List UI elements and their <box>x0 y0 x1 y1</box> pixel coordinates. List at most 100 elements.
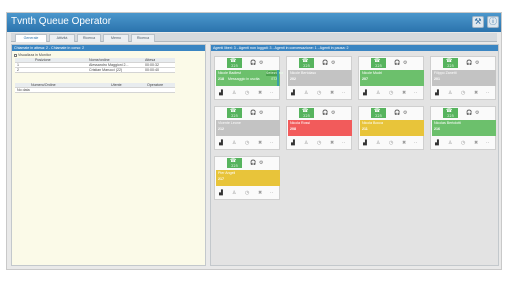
person-icon[interactable]: ♙ <box>376 141 380 146</box>
agent-card[interactable]: ☎ 225 🎧 ⚙ Filippo Zanetti 201 ▟ ♙ ◷ ✖ ·· <box>430 56 496 100</box>
desk-icon[interactable]: ▟ <box>219 141 223 146</box>
timer-icon[interactable]: ◷ <box>245 191 249 196</box>
headset-icon[interactable]: 🎧 <box>250 110 256 116</box>
timer-icon[interactable]: ◷ <box>389 91 393 96</box>
extension-badge[interactable]: ☎ 225 <box>443 58 458 68</box>
agent-card[interactable]: ☎ 225 🎧 ⚙ Nicola Rossi 208 ▟ ♙ ◷ ✖ ·· <box>286 106 352 150</box>
close-icon[interactable]: ✖ <box>258 191 262 196</box>
timer-icon[interactable]: ◷ <box>389 141 393 146</box>
headset-icon[interactable]: 🎧 <box>322 60 328 66</box>
close-icon[interactable]: ✖ <box>402 91 406 96</box>
person-icon[interactable]: ♙ <box>232 141 236 146</box>
agent-card[interactable]: ☎ 225 🎧 ⚙ Nicolas Bertolotti 216 ▟ ♙ ◷ ✖ ·· <box>430 106 496 150</box>
headset-icon[interactable]: 🎧 <box>466 110 472 116</box>
settings-icon[interactable]: ⚙ <box>259 60 263 66</box>
extension-badge[interactable]: ☎ 225 <box>371 108 386 118</box>
settings-icon[interactable]: ⚙ <box>403 60 407 66</box>
agent-name: Nicole Bertolaso <box>290 71 317 75</box>
agent-card-header: ☎ 225 🎧 ⚙ <box>431 57 495 70</box>
person-icon[interactable]: ♙ <box>376 91 380 96</box>
extension-badge[interactable]: ☎ 225 <box>227 158 242 168</box>
agent-code: 208 <box>290 127 296 131</box>
person-icon[interactable]: ♙ <box>232 191 236 196</box>
headset-icon[interactable]: 🎧 <box>250 60 256 66</box>
tab-ricerca-2[interactable]: Ricerca <box>131 34 155 42</box>
headset-icon[interactable]: 🎧 <box>394 110 400 116</box>
extension-badge[interactable]: ☎ 225 <box>227 108 242 118</box>
close-icon[interactable]: ✖ <box>474 141 478 146</box>
agent-card[interactable]: ☎ 225 🎧 ⚙ Nicole Mudri 207 ▟ ♙ ◷ ✖ ·· <box>358 56 424 100</box>
more-icon[interactable]: ·· <box>342 91 345 96</box>
more-icon[interactable]: ·· <box>270 191 273 196</box>
tab-ricerca[interactable]: Ricerca <box>77 34 101 42</box>
settings-icon[interactable]: ⚙ <box>331 110 335 116</box>
headset-icon[interactable]: 🎧 <box>466 60 472 66</box>
headset-icon[interactable]: 🎧 <box>394 60 400 66</box>
agent-card[interactable]: ☎ 225 🎧 ⚙ Nicole Badiest 218 Messaggio in usci… <box>214 56 283 100</box>
agent-name: Nicolas Bertolotti <box>434 121 461 125</box>
person-icon[interactable]: ♙ <box>304 141 308 146</box>
desk-icon[interactable]: ▟ <box>219 191 223 196</box>
person-icon[interactable]: ♙ <box>448 141 452 146</box>
close-icon[interactable]: ✖ <box>474 91 478 96</box>
agent-card[interactable]: ☎ 225 🎧 ⚙ Nicola Bocca 211 ▟ ♙ ◷ ✖ ·· <box>358 106 424 150</box>
close-icon[interactable]: ✖ <box>258 91 262 96</box>
timer-icon[interactable]: ◷ <box>317 91 321 96</box>
show-in-monitor-checkbox[interactable]: Visualizza in Monitor <box>14 53 51 57</box>
info-icon[interactable]: ⓘ <box>487 16 499 28</box>
agent-card[interactable]: ☎ 225 🎧 ⚙ Pier Angeli 217 ▟ ♙ ◷ ✖ ·· <box>214 156 280 200</box>
timer-icon[interactable]: ◷ <box>317 141 321 146</box>
settings-icon[interactable]: ⚙ <box>331 60 335 66</box>
extension-badge[interactable]: ☎ 225 <box>299 58 314 68</box>
checkbox-icon[interactable] <box>14 53 17 57</box>
more-icon[interactable]: ·· <box>414 141 417 146</box>
person-icon[interactable]: ♙ <box>304 91 308 96</box>
person-icon[interactable]: ♙ <box>448 91 452 96</box>
close-icon[interactable]: ✖ <box>330 141 334 146</box>
timer-icon[interactable]: ◷ <box>461 91 465 96</box>
headset-icon[interactable]: 🎧 <box>322 110 328 116</box>
settings-icon[interactable]: ⚙ <box>259 110 263 116</box>
tab-memo[interactable]: Memo <box>103 34 129 42</box>
desk-icon[interactable]: ▟ <box>435 141 439 146</box>
close-icon[interactable]: ✖ <box>330 91 334 96</box>
desk-icon[interactable]: ▟ <box>363 141 367 146</box>
timer-icon[interactable]: ◷ <box>461 141 465 146</box>
more-icon[interactable]: ·· <box>270 91 273 96</box>
wait-cell: 00:00:40 <box>145 68 159 72</box>
agent-card-header: ☎ 225 🎧 ⚙ <box>215 157 279 170</box>
extension-badge[interactable]: ☎ 225 <box>443 108 458 118</box>
agent-status-block: Nicola Bocca 211 <box>360 120 424 136</box>
agent-card[interactable]: ☎ 225 🎧 ⚙ Nicole Bertolaso 202 ▟ ♙ ◷ ✖ ·· <box>286 56 352 100</box>
close-icon[interactable]: ✖ <box>258 141 262 146</box>
more-icon[interactable]: ·· <box>486 141 489 146</box>
more-icon[interactable]: ·· <box>270 141 273 146</box>
timer-icon[interactable]: ◷ <box>245 91 249 96</box>
more-icon[interactable]: ·· <box>414 91 417 96</box>
close-icon[interactable]: ✖ <box>402 141 406 146</box>
settings-icon[interactable]: ⚙ <box>475 110 479 116</box>
timer-icon[interactable]: ◷ <box>245 141 249 146</box>
agent-status-block: Nicolas Bertolotti 216 <box>432 120 496 136</box>
extension-badge[interactable]: ☎ 225 <box>299 108 314 118</box>
desk-icon[interactable]: ▟ <box>291 91 295 96</box>
settings-icon[interactable]: ⚙ <box>403 110 407 116</box>
more-icon[interactable]: ·· <box>342 141 345 146</box>
desk-icon[interactable]: ▟ <box>219 91 223 96</box>
more-icon[interactable]: ·· <box>486 91 489 96</box>
tab-attivita[interactable]: Attività <box>49 34 75 42</box>
agent-card[interactable]: ☎ 225 🎧 ⚙ Vicente Leone 212 ▟ ♙ ◷ ✖ ·· <box>214 106 280 150</box>
desk-icon[interactable]: ▟ <box>363 91 367 96</box>
settings-icon[interactable]: ⚙ <box>259 160 263 166</box>
wrench-icon[interactable]: ⚒ <box>472 16 484 28</box>
headset-icon[interactable]: 🎧 <box>250 160 256 166</box>
person-icon[interactable]: ♙ <box>232 91 236 96</box>
extension-badge[interactable]: ☎ 225 <box>371 58 386 68</box>
desk-icon[interactable]: ▟ <box>291 141 295 146</box>
table-row[interactable]: No data <box>15 88 175 93</box>
settings-icon[interactable]: ⚙ <box>475 60 479 66</box>
desk-icon[interactable]: ▟ <box>435 91 439 96</box>
extension-badge[interactable]: ☎ 225 <box>227 58 242 68</box>
table-row[interactable]: 2 Cristian Marucci (22) 00:00:40 <box>15 68 175 73</box>
tab-generale[interactable]: Generale <box>15 34 47 42</box>
